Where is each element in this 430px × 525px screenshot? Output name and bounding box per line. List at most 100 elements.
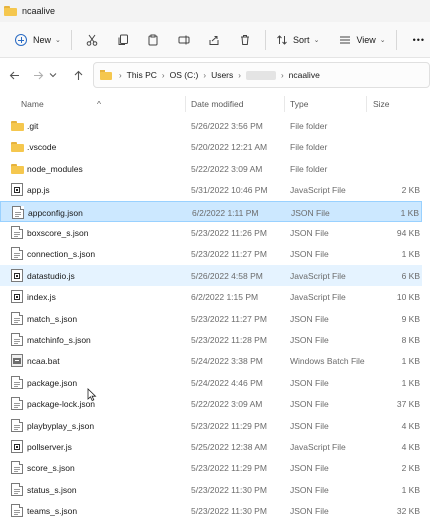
json-file-icon: [11, 311, 23, 325]
sort-ascending-icon: ^: [97, 99, 101, 109]
file-date-modified: 5/23/2022 11:27 PM: [191, 313, 267, 324]
file-date-modified: 5/26/2022 4:58 PM: [191, 270, 263, 281]
file-row[interactable]: boxscore_s.json 5/23/2022 11:26 PM JSON Fi…: [0, 222, 422, 243]
scissors-icon: [86, 34, 98, 46]
json-file-icon: [11, 226, 23, 239]
file-size: 1 KB: [401, 356, 420, 367]
file-type: JSON File: [290, 484, 329, 495]
file-row[interactable]: pollserver.js 5/25/2022 12:38 AM JavaScrip…: [0, 436, 422, 457]
file-row[interactable]: score_s.json 5/23/2022 11:29 PM JSON File 2…: [0, 457, 422, 478]
address-bar[interactable]: › This PC › OS (C:) › Users › › ncaalive: [93, 62, 430, 88]
file-size: 4 KB: [401, 420, 420, 431]
file-row[interactable]: connection_s.json 5/23/2022 11:27 PM JSON …: [0, 243, 422, 264]
more-options-button[interactable]: •••: [408, 27, 430, 53]
column-header-type[interactable]: Type: [290, 99, 308, 109]
more-icon: •••: [412, 34, 426, 45]
file-row[interactable]: match_s.json 5/23/2022 11:27 PM JSON File 9…: [0, 308, 422, 329]
file-row[interactable]: .vscode 5/20/2022 12:21 AM File folder: [0, 136, 422, 157]
file-type: JSON File: [290, 228, 329, 238]
column-header-size[interactable]: Size: [373, 99, 390, 109]
file-date-modified: 5/25/2022 12:38 AM: [191, 442, 268, 452]
chevron-down-icon: ⌄: [55, 36, 61, 44]
file-row[interactable]: package.json 5/24/2022 4:46 PM JSON File 1 …: [0, 372, 422, 393]
view-icon: [340, 36, 351, 43]
file-name: status_s.json: [27, 484, 77, 495]
redacted-username: [245, 70, 276, 80]
file-size: 1 KB: [400, 207, 419, 218]
file-date-modified: 5/26/2022 3:56 PM: [191, 121, 263, 131]
chevron-right-icon: ›: [119, 70, 122, 80]
new-button[interactable]: New ⌄: [10, 27, 66, 53]
rename-icon: [178, 35, 190, 44]
file-row[interactable]: app.js 5/31/2022 10:46 PM JavaScript File 2…: [0, 179, 422, 200]
file-row[interactable]: status_s.json 5/23/2022 11:30 PM JSON File…: [0, 479, 422, 500]
file-row[interactable]: matchinfo_s.json 5/23/2022 11:28 PM JSON F…: [0, 329, 422, 350]
json-file-icon: [11, 482, 23, 496]
breadcrumb-this-pc[interactable]: This PC: [127, 70, 157, 80]
file-type: Windows Batch File: [290, 356, 365, 367]
file-date-modified: 5/20/2022 12:21 AM: [191, 142, 268, 153]
column-header-name[interactable]: Name: [21, 99, 44, 109]
column-divider[interactable]: [284, 96, 285, 112]
file-name: playbyplay_s.json: [27, 420, 95, 431]
copy-icon: [118, 34, 128, 45]
file-name: index.js: [27, 292, 56, 303]
file-row[interactable]: node_modules 5/22/2022 3:09 AM File folder: [0, 158, 422, 179]
file-name: matchinfo_s.json: [27, 335, 91, 345]
breadcrumb-current-folder[interactable]: ncaalive: [289, 70, 320, 80]
cut-button[interactable]: [82, 27, 102, 53]
file-date-modified: 5/22/2022 3:09 AM: [191, 163, 263, 174]
copy-button[interactable]: [113, 27, 133, 53]
new-button-label: New: [33, 34, 52, 45]
file-row[interactable]: teams_s.json 5/23/2022 11:30 PM JSON File 3…: [0, 500, 422, 521]
up-button[interactable]: [67, 64, 89, 86]
delete-button[interactable]: [235, 27, 255, 53]
share-icon: [209, 35, 219, 45]
file-date-modified: 5/24/2022 4:46 PM: [191, 377, 263, 388]
folder-icon: [11, 121, 24, 131]
file-date-modified: 6/2/2022 1:15 PM: [191, 292, 259, 303]
file-type: JSON File: [290, 313, 329, 324]
file-row[interactable]: ncaa.bat 5/24/2022 3:38 PM Windows Batch F…: [0, 350, 422, 371]
file-size: 2 KB: [401, 463, 420, 474]
command-bar: New ⌄ Sort ⌄ View ⌄ •••: [0, 22, 430, 58]
file-row[interactable]: playbyplay_s.json 5/23/2022 11:29 PM JSON …: [0, 415, 422, 436]
rename-button[interactable]: [174, 27, 194, 53]
column-header-date[interactable]: Date modified: [191, 99, 243, 109]
view-button[interactable]: View ⌄: [334, 27, 390, 53]
batch-file-icon: [11, 354, 23, 368]
json-file-icon: [11, 333, 23, 346]
file-date-modified: 5/23/2022 11:30 PM: [191, 484, 267, 495]
breadcrumb-users[interactable]: Users: [211, 70, 233, 80]
file-row[interactable]: datastudio.js 5/26/2022 4:58 PM JavaScript…: [0, 264, 422, 286]
json-file-icon: [11, 504, 23, 518]
navigation-bar: › This PC › OS (C:) › Users › › ncaalive: [0, 58, 430, 92]
json-file-icon: [11, 397, 23, 411]
file-type: JSON File: [290, 420, 329, 431]
column-divider[interactable]: [185, 96, 186, 112]
file-size: 1 KB: [401, 484, 420, 495]
file-size: 94 KB: [396, 228, 420, 238]
file-type: JavaScript File: [290, 270, 346, 281]
back-button[interactable]: [3, 64, 25, 86]
chevron-down-icon: ⌄: [313, 36, 320, 44]
view-button-label: View: [356, 34, 376, 45]
recent-locations-button[interactable]: [46, 64, 60, 86]
file-name: pollserver.js: [27, 442, 72, 452]
column-header-row: ^ Name Date modified Type Size: [0, 92, 430, 114]
file-row[interactable]: .git 5/26/2022 3:56 PM File folder: [0, 115, 422, 136]
file-date-modified: 5/31/2022 10:46 PM: [191, 185, 268, 196]
file-type: JSON File: [290, 377, 329, 388]
share-button[interactable]: [205, 27, 225, 53]
js-file-icon: [11, 440, 23, 453]
file-row[interactable]: package-lock.json 5/22/2022 3:09 AM JSON F…: [0, 393, 422, 414]
file-name: .git: [27, 121, 39, 131]
sort-button[interactable]: Sort ⌄: [271, 27, 324, 53]
file-date-modified: 5/23/2022 11:30 PM: [191, 506, 267, 517]
file-row[interactable]: appconfig.json 6/2/2022 1:11 PM JSON File 1…: [0, 200, 422, 222]
column-divider[interactable]: [366, 96, 367, 112]
file-name: connection_s.json: [27, 249, 96, 260]
file-row[interactable]: index.js 6/2/2022 1:15 PM JavaScript File 1…: [0, 286, 422, 307]
breadcrumb-drive[interactable]: OS (C:): [170, 70, 199, 80]
paste-button[interactable]: [143, 27, 163, 53]
